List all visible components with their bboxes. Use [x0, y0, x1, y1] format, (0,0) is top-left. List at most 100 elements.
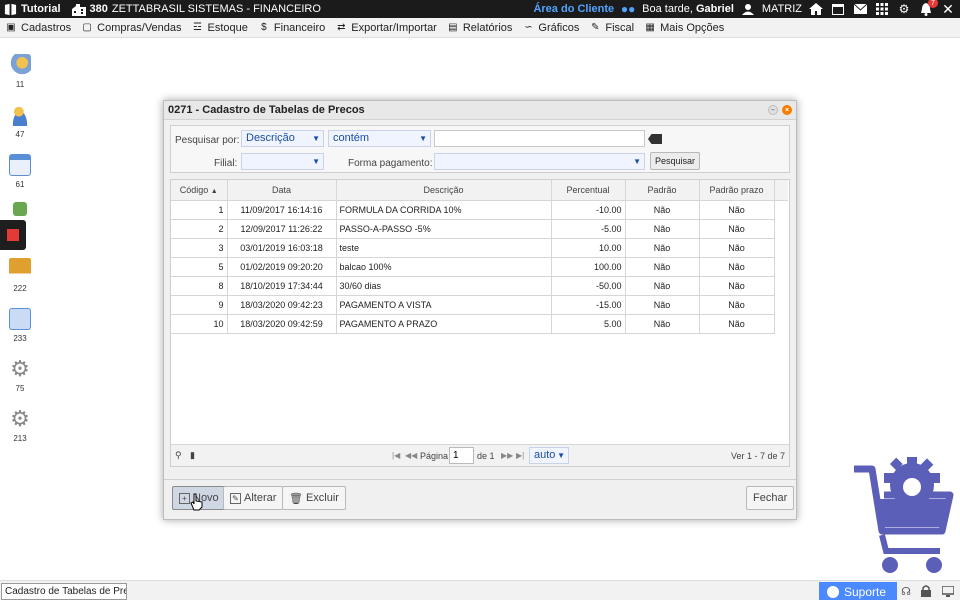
lock-icon[interactable]: [920, 585, 932, 597]
column-header-percentual[interactable]: Percentual: [551, 180, 626, 201]
cell-padrao: Não: [625, 200, 700, 220]
column-header-codigo[interactable]: Código ▲: [171, 180, 228, 201]
shortcut-item[interactable]: 61: [0, 154, 40, 189]
cell-data: 18/10/2019 17:34:44: [227, 276, 337, 296]
stop-recording-button[interactable]: [0, 220, 26, 250]
menu-compras-vendas[interactable]: ▢ Compras/Vendas: [76, 18, 186, 38]
menu-financeiro[interactable]: $ Financeiro: [253, 18, 330, 38]
menu-label: Gráficos: [538, 21, 580, 34]
bell-icon[interactable]: 7: [918, 0, 938, 16]
filial-select[interactable]: ▼: [241, 153, 324, 170]
apps-grid-icon[interactable]: [874, 2, 890, 16]
monitor-icon[interactable]: [942, 585, 954, 597]
app-brand[interactable]: Tutorial: [0, 3, 61, 16]
search-field-select[interactable]: Descrição ▼: [241, 130, 324, 147]
column-header-padrao[interactable]: Padrão: [625, 180, 700, 201]
delete-button[interactable]: 🗑 Excluir: [282, 486, 346, 510]
menu-estoque[interactable]: ☲ Estoque: [187, 18, 253, 38]
chevron-down-icon: ▼: [633, 157, 641, 166]
gear-icon: ⚙: [10, 406, 30, 431]
grid-pager: ⚲ ▮ |◀ ◀◀ Página de 1 ▶▶ ▶| auto ▼ Ver 1…: [171, 444, 789, 466]
menu-graficos[interactable]: ∽ Gráficos: [517, 18, 584, 38]
user-name: Gabriel: [695, 3, 734, 15]
close-button-label: Fechar: [753, 492, 788, 504]
client-area-link[interactable]: Área do Cliente: [533, 3, 614, 15]
first-page-icon[interactable]: |◀: [392, 451, 400, 460]
cell-descricao: PAGAMENTO A PRAZO: [336, 314, 552, 334]
table-row[interactable]: 8 18/10/2019 17:34:44 30/60 dias -50.00 …: [171, 276, 788, 296]
menu-fiscal[interactable]: ✎ Fiscal: [584, 18, 639, 38]
shortcut-item[interactable]: 222: [0, 258, 40, 293]
column-header-data[interactable]: Data: [227, 180, 337, 201]
search-by-label: Pesquisar por:: [175, 135, 240, 146]
scrollbar-header: [774, 180, 788, 201]
menu-relatorios[interactable]: ▤ Relatórios: [442, 18, 518, 38]
last-page-icon[interactable]: ▶|: [516, 451, 524, 460]
company-selector[interactable]: 380 ZETTABRASIL SISTEMAS - FINANCEIRO: [71, 3, 321, 16]
menu-cadastros[interactable]: ▣ Cadastros: [0, 18, 76, 38]
database-icon: ☲: [193, 22, 203, 33]
search-toggle-icon[interactable]: ⚲: [175, 450, 182, 461]
home-icon[interactable]: [808, 2, 824, 16]
search-operator-select[interactable]: contém ▼: [328, 130, 431, 147]
chevron-down-icon: ▼: [557, 451, 565, 460]
cell-codigo: 2: [171, 219, 228, 239]
shortcut-item[interactable]: [0, 202, 40, 220]
shortcut-item[interactable]: ⚙ 213: [0, 406, 40, 444]
document-icon: ▤: [448, 22, 458, 33]
cell-codigo: 5: [171, 257, 228, 277]
table-row[interactable]: 5 01/02/2019 09:20:20 balcao 100% 100.00…: [171, 257, 788, 277]
search-input[interactable]: [434, 130, 645, 147]
prev-page-icon[interactable]: ◀◀: [405, 451, 417, 460]
search-button[interactable]: Pesquisar: [650, 152, 701, 170]
open-window-tab[interactable]: Cadastro de Tabelas de Precos: [1, 583, 127, 600]
clear-search-icon[interactable]: [648, 134, 662, 144]
table-row[interactable]: 2 12/09/2017 11:26:22 PASSO-A-PASSO -5% …: [171, 219, 788, 239]
table-row[interactable]: 1 11/09/2017 16:14:16 FORMULA DA CORRIDA…: [171, 200, 788, 220]
cell-percentual: 10.00: [551, 238, 626, 258]
shortcut-item[interactable]: 11: [0, 54, 40, 89]
mail-icon[interactable]: [852, 2, 868, 16]
support-button[interactable]: Suporte: [819, 582, 897, 600]
shortcut-item[interactable]: 47: [0, 104, 40, 139]
shortcut-item[interactable]: 233: [0, 308, 40, 343]
column-header-descricao[interactable]: Descrição: [336, 180, 552, 201]
payment-method-select[interactable]: ▼: [434, 153, 645, 170]
users-icon[interactable]: ●●: [620, 2, 636, 16]
next-page-icon[interactable]: ▶▶: [501, 451, 513, 460]
column-header-padrao-prazo[interactable]: Padrão prazo: [699, 180, 775, 201]
cell-padrao: Não: [625, 238, 700, 258]
shortcut-count: 222: [13, 284, 27, 293]
main-menu: ▣ Cadastros ▢ Compras/Vendas ☲ Estoque $ Fin…: [0, 18, 960, 38]
shortcut-item[interactable]: ⚙ 75: [0, 356, 40, 394]
edit-button[interactable]: ✎ Alterar: [223, 486, 284, 510]
cell-descricao: 30/60 dias: [336, 276, 552, 296]
settings-gear-icon[interactable]: ⚙: [896, 2, 912, 16]
branch-name[interactable]: MATRIZ: [762, 3, 802, 15]
headset-icon[interactable]: ☊: [900, 585, 912, 598]
calendar-icon[interactable]: [830, 2, 846, 16]
menu-mais-opcoes[interactable]: ▦ Mais Opções: [639, 18, 729, 38]
menu-exportar-importar[interactable]: ⇄ Exportar/Importar: [330, 18, 442, 38]
close-button[interactable]: Fechar: [746, 486, 795, 510]
gear-icon: ⚙: [10, 356, 30, 381]
table-row[interactable]: 10 18/03/2020 09:42:59 PAGAMENTO A PRAZO…: [171, 314, 788, 334]
close-dialog-icon[interactable]: ×: [782, 105, 792, 115]
menu-label: Cadastros: [21, 21, 72, 34]
table-row[interactable]: 9 18/03/2020 09:42:23 PAGAMENTO A VISTA …: [171, 295, 788, 315]
cell-padrao-prazo: Não: [699, 276, 775, 296]
greeting-prefix: Boa tarde,: [642, 3, 693, 15]
close-icon[interactable]: ✕: [940, 1, 956, 17]
refresh-icon[interactable]: ▮: [190, 450, 195, 461]
user-gear-icon: [9, 54, 31, 76]
table-row[interactable]: 3 03/01/2019 16:03:18 teste 10.00 Não Nã…: [171, 238, 788, 258]
cell-descricao: PAGAMENTO A VISTA: [336, 295, 552, 315]
grid-icon: ▦: [645, 22, 655, 33]
page-number-input[interactable]: [449, 447, 474, 464]
cell-codigo: 1: [171, 200, 228, 220]
sort-icon: ▲: [210, 187, 218, 195]
user-icon[interactable]: [740, 2, 756, 16]
dialog-header[interactable]: 0271 - Cadastro de Tabelas de Precos – ×: [164, 101, 796, 120]
minimize-icon[interactable]: –: [768, 105, 778, 115]
page-size-select[interactable]: auto ▼: [529, 447, 569, 464]
